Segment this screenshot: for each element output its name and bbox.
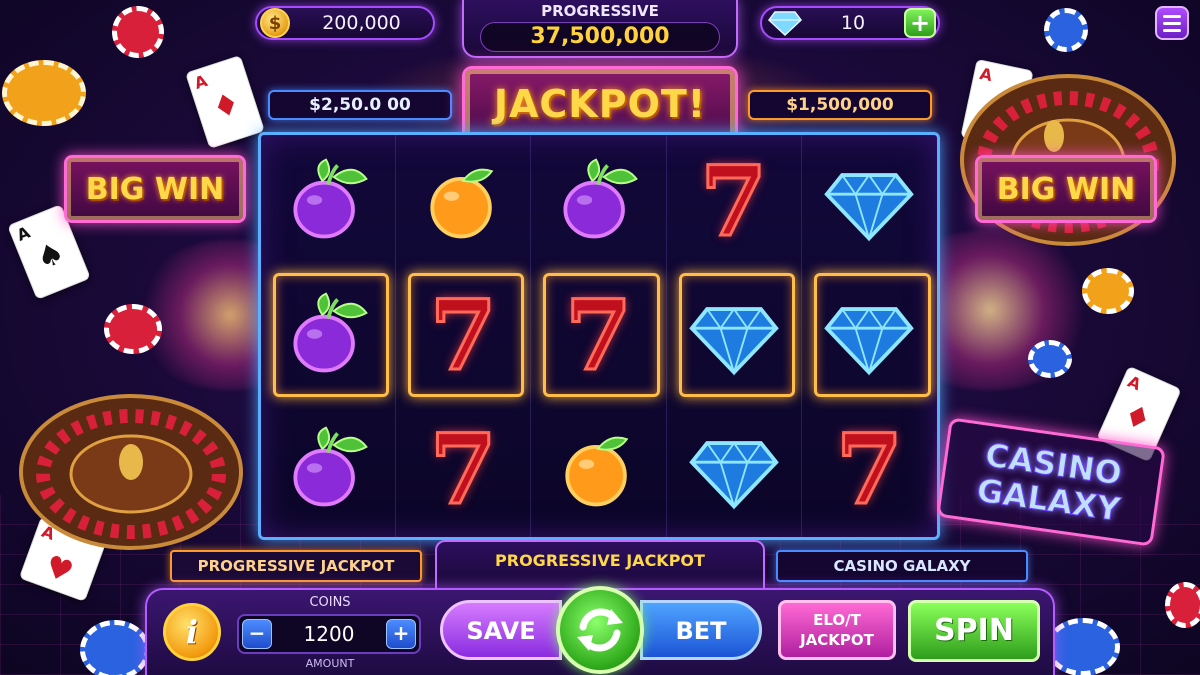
jackpot-sign: JACKPOT! [462, 66, 738, 142]
reel-cell: 7 [396, 403, 532, 537]
reel-cell: 7 [802, 403, 937, 537]
refresh-spin-button[interactable] [556, 586, 644, 674]
spin-button[interactable]: SPIN [908, 600, 1040, 662]
reel-cell: 7 [396, 269, 532, 403]
reel-cell [261, 403, 397, 537]
right-jackpot-value: $1,500,000 [748, 90, 932, 120]
orange-symbol-icon [415, 152, 511, 252]
jackpot-title: JACKPOT! [493, 82, 707, 126]
poker-chip-blue [1046, 618, 1120, 675]
reel-cell [261, 135, 397, 269]
seven-symbol-icon: 7 [564, 279, 634, 392]
reel-cell: 7 [531, 269, 667, 403]
plum-symbol-icon [280, 152, 376, 252]
plum-symbol-icon [280, 420, 376, 520]
plum-symbol-icon [280, 286, 376, 386]
gem-balance-value: 10 [840, 12, 866, 34]
progressive-jackpot-label-left: PROGRESSIVE JACKPOT [170, 550, 422, 582]
progressive-value: 37,500,000 [480, 22, 720, 52]
roulette-wheel-left [19, 394, 243, 550]
progressive-jackpot-label-center: PROGRESSIVE JACKPOT [435, 540, 765, 590]
left-jackpot-value: $2,50.0 00 [268, 90, 452, 120]
reel-cell [531, 135, 667, 269]
refresh-icon [577, 608, 623, 652]
poker-chip-red [112, 6, 164, 58]
info-button[interactable]: i [163, 603, 221, 661]
poker-chip-gold [1082, 268, 1134, 314]
diamond-icon [768, 11, 802, 36]
progressive-label: PROGRESSIVE [541, 2, 659, 20]
poker-chip-gold [2, 60, 86, 126]
bet-button[interactable]: BET [640, 600, 762, 660]
amount-label: AMOUNT [305, 657, 355, 670]
diamond-symbol-icon [821, 152, 917, 252]
reel-cell [667, 269, 802, 403]
diamond-symbol-icon [686, 420, 782, 520]
add-gems-button[interactable]: + [904, 8, 936, 38]
poker-chip-blue [80, 620, 150, 675]
reel-cell [531, 403, 667, 537]
ace-of-diamonds-card: A♦ [185, 54, 265, 150]
progressive-jackpot-counter: PROGRESSIVE 37,500,000 [462, 0, 738, 58]
orange-symbol-icon [550, 420, 646, 520]
increase-bet-button[interactable]: + [386, 619, 416, 649]
coin-icon: $ [260, 8, 290, 38]
seven-symbol-icon: 7 [699, 145, 769, 258]
save-button[interactable]: SAVE [440, 600, 562, 660]
poker-chip-blue [1028, 340, 1072, 378]
decrease-bet-button[interactable]: − [242, 619, 272, 649]
big-win-sign-right: BIG WIN [975, 155, 1157, 223]
reel-cell [261, 269, 397, 403]
menu-icon[interactable] [1155, 6, 1189, 40]
poker-chip-blue [1044, 8, 1088, 52]
elot-jackpot-button[interactable]: ELO/T JACKPOT [778, 600, 896, 660]
reel-cell [802, 135, 937, 269]
reel-cell [667, 403, 802, 537]
seven-symbol-icon: 7 [834, 413, 904, 526]
reel-cell [396, 135, 532, 269]
poker-chip-red [1165, 582, 1200, 628]
seven-symbol-icon: 7 [428, 413, 498, 526]
coin-balance: $ 200,000 [255, 6, 435, 40]
bet-amount-stepper: − 1200 + [237, 614, 421, 654]
gem-balance: 10 + [760, 6, 940, 40]
seven-symbol-icon: 7 [428, 279, 498, 392]
diamond-symbol-icon [821, 286, 917, 386]
bet-amount-value[interactable]: 1200 [275, 622, 383, 646]
reel-cell [802, 269, 937, 403]
coin-balance-value: 200,000 [322, 12, 401, 34]
big-win-sign-left: BIG WIN [64, 155, 246, 223]
coins-label: COINS [309, 595, 351, 610]
reel-cell: 7 [667, 135, 802, 269]
slot-reels: 77777 [258, 132, 940, 540]
poker-chip-red [104, 304, 162, 354]
casino-galaxy-label: CASINO GALAXY [776, 550, 1028, 582]
plum-symbol-icon [550, 152, 646, 252]
diamond-symbol-icon [686, 286, 782, 386]
